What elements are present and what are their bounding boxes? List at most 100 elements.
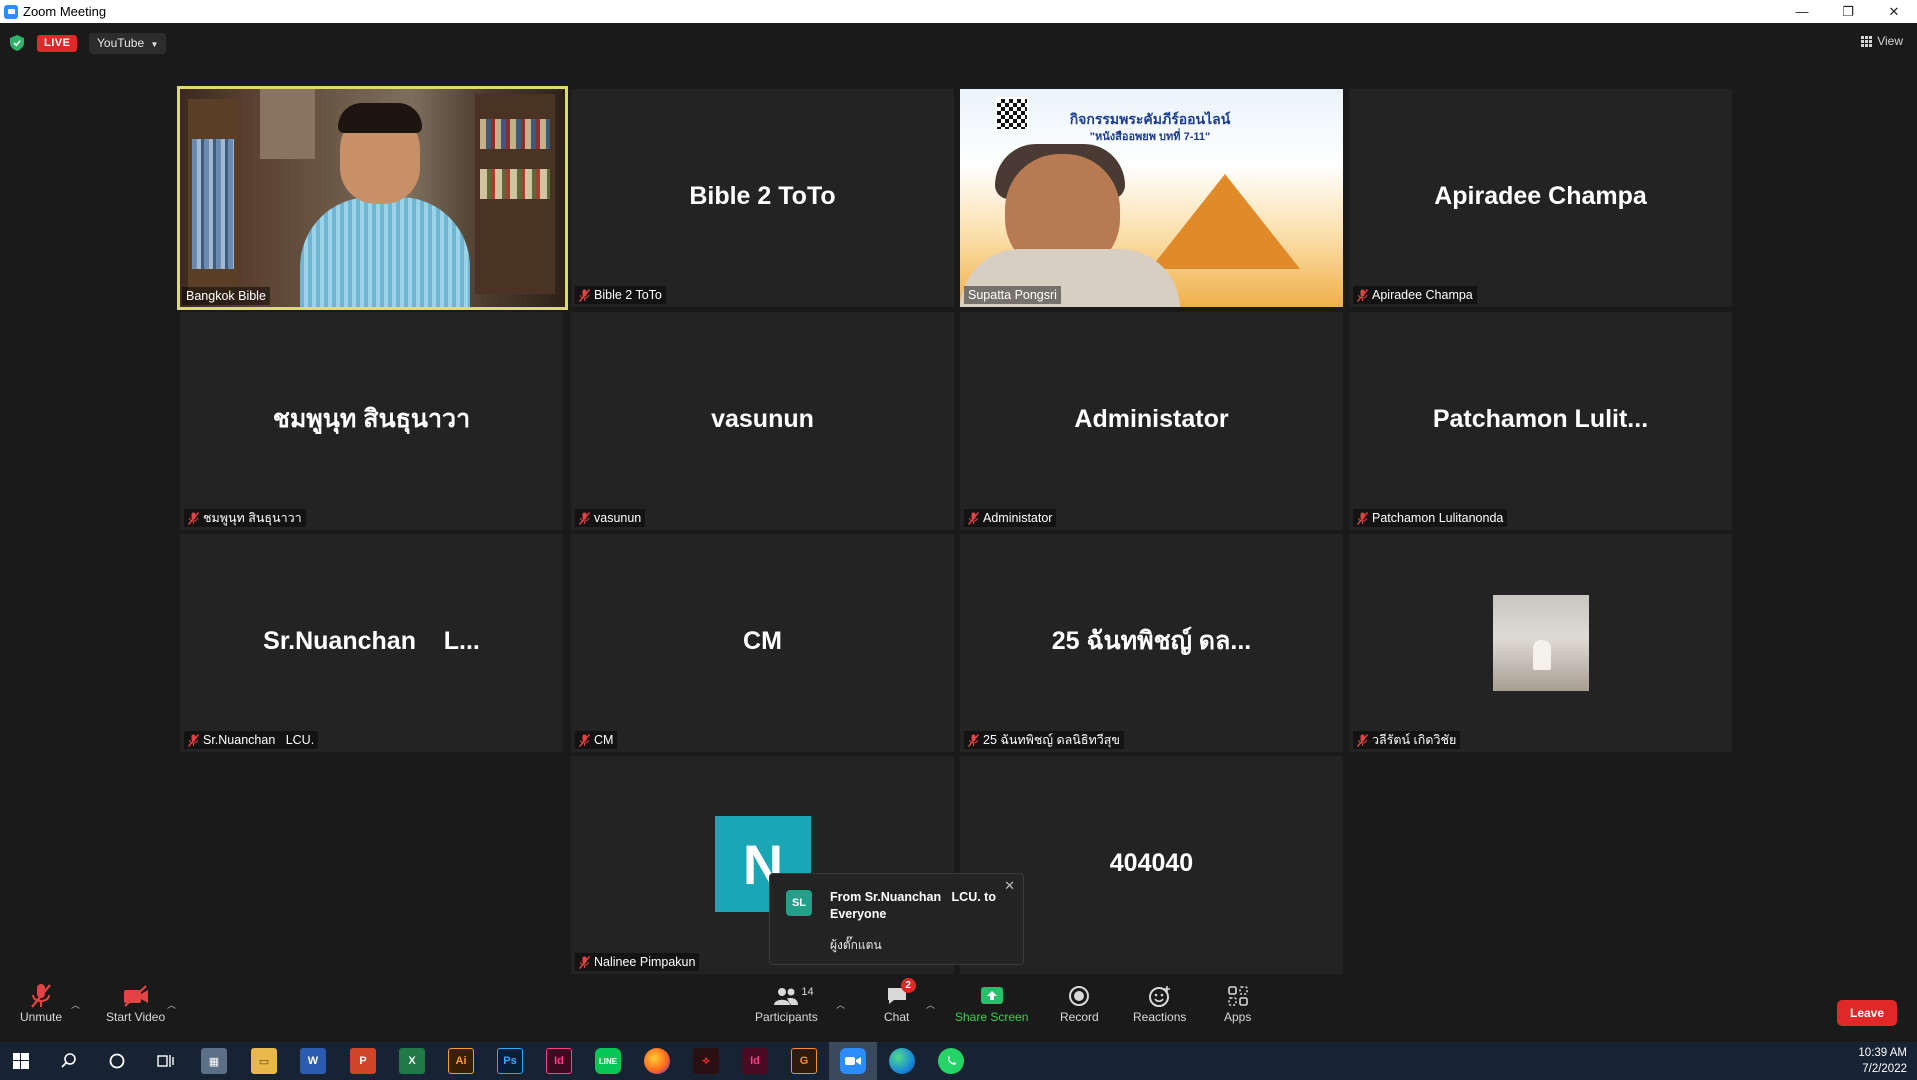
participant-display-name: 25 ฉันทพิชญ์ ดล... [1051,627,1252,655]
window-title: Zoom Meeting [23,4,107,19]
file-explorer-icon[interactable]: ▭ [251,1048,277,1074]
video-tile-apiradee-champa[interactable]: Apiradee Champa Apiradee Champa [1349,89,1732,307]
powerpoint-icon[interactable]: P [350,1048,376,1074]
stream-dropdown[interactable]: YouTube ▼ [89,33,167,54]
participant-name-label: Bible 2 ToTo [575,286,666,304]
cortana-icon[interactable] [104,1048,130,1074]
participant-video [180,89,565,307]
video-tile-chomphunut[interactable]: ชมพูนุท สินธุนาวา ชมพูนุท สินธุนาวา [180,312,563,530]
participants-button[interactable]: 14 Participants [755,982,818,1024]
minimize-button[interactable]: — [1779,0,1825,23]
meeting-toolbar: Unmute ︿ Start Video ︿ 14 Participants ︿… [0,976,1917,1042]
participant-display-name: ชมพูนุท สินธุนาวา [272,405,471,433]
system-clock[interactable]: 10:39 AM 7/2/2022 [1858,1045,1907,1077]
participant-display-name: vasunun [711,405,814,434]
indesign-icon[interactable]: Id [546,1048,572,1074]
close-icon[interactable]: ✕ [1004,878,1015,894]
participant-video: กิจกรรมพระคัมภีร์ออนไลน์ "หนังสืออพยพ บท… [960,89,1343,307]
windows-taskbar: ▦ ▭ W P X Ai Ps Id LINE ⟡ Id G 10:39 AM … [0,1042,1917,1080]
participants-options-caret[interactable]: ︿ [836,998,845,1011]
record-label: Record [1060,1010,1099,1024]
video-tile-bangkok-bible[interactable]: Bangkok Bible [177,86,568,310]
muted-mic-icon [188,733,199,747]
indesign-dark-icon[interactable]: Id [742,1048,768,1074]
close-window-button[interactable]: ✕ [1871,0,1917,23]
share-screen-button[interactable]: Share Screen [955,982,1028,1024]
participants-icon: 14 [773,982,814,1010]
apps-button[interactable]: Apps [1224,982,1251,1024]
apps-label: Apps [1224,1010,1252,1024]
video-tile-chanthaphit[interactable]: 25 ฉันทพิชญ์ ดล... 25 ฉันทพิชญ์ ดลนิธิทว… [960,534,1343,752]
windows-start-icon[interactable] [8,1048,34,1074]
participant-name-label: vasunun [575,509,646,527]
reactions-label: Reactions [1133,1010,1187,1024]
illustrator-icon[interactable]: Ai [448,1048,474,1074]
live-badge[interactable]: LIVE [37,35,78,52]
muted-mic-icon [968,511,979,525]
grid-view-icon [1861,35,1873,47]
edge-icon[interactable] [889,1048,915,1074]
video-tile-bible-2-toto[interactable]: Bible 2 ToTo Bible 2 ToTo [571,89,954,307]
chat-options-caret[interactable]: ︿ [926,998,935,1011]
muted-mic-icon [579,955,590,969]
chat-notification-popup[interactable]: SL From Sr.Nuanchan LCU. to Everyone ผู้… [769,873,1024,965]
audio-options-caret[interactable]: ︿ [71,998,80,1011]
leave-button[interactable]: Leave [1837,1000,1897,1026]
view-button[interactable]: View [1861,34,1903,48]
video-tile-administator[interactable]: Administator Administator [960,312,1343,530]
muted-mic-icon [188,511,199,525]
clock-date: 7/2/2022 [1862,1063,1907,1075]
video-tile-waleerat[interactable]: วลีรัตน์ เกิดวิชัย [1349,534,1732,752]
unmute-label: Unmute [20,1010,63,1024]
chat-sender-line: From Sr.Nuanchan LCU. to Everyone [830,890,1000,921]
participant-name-label: Administator [964,509,1057,527]
participant-name-label: Apiradee Champa [1353,286,1477,304]
smiley-icon [1148,982,1172,1010]
reactions-button[interactable]: Reactions [1133,982,1186,1024]
participant-display-name: Sr.Nuanchan L... [263,627,480,656]
muted-mic-icon [29,982,53,1010]
participant-name-label: Bangkok Bible [182,287,270,305]
task-view-icon[interactable] [152,1048,178,1074]
clock-time: 10:39 AM [1858,1047,1907,1059]
word-icon[interactable]: W [300,1048,326,1074]
calculator-icon[interactable]: ▦ [201,1048,227,1074]
whatsapp-icon[interactable] [938,1048,964,1074]
muted-mic-icon [579,733,590,747]
excel-icon[interactable]: X [399,1048,425,1074]
line-icon[interactable]: LINE [595,1048,621,1074]
participant-name-label: CM [575,731,618,749]
participants-label: Participants [755,1010,818,1024]
stream-dropdown-label: YouTube [97,36,145,50]
participant-name-label: Supatta Pongsri [964,286,1061,304]
unmute-button[interactable]: Unmute [20,982,62,1024]
grammarly-icon[interactable]: G [791,1048,817,1074]
participant-display-name: Bible 2 ToTo [689,182,836,211]
video-tile-sr-nuanchan[interactable]: Sr.Nuanchan L... Sr.Nuanchan LCU. [180,534,563,752]
video-tile-supatta-pongsri[interactable]: กิจกรรมพระคัมภีร์ออนไลน์ "หนังสืออพยพ บท… [960,89,1343,307]
participant-display-name: CM [743,627,782,656]
chat-unread-badge: 2 [900,978,916,993]
video-options-caret[interactable]: ︿ [167,998,176,1011]
chat-button[interactable]: 2 Chat [884,978,916,1024]
share-screen-label: Share Screen [955,1010,1029,1024]
encryption-shield-icon[interactable] [10,35,24,51]
start-video-label: Start Video [106,1010,166,1024]
video-tile-patchamon[interactable]: Patchamon Lulit... Patchamon Lulitanonda [1349,312,1732,530]
video-tile-cm[interactable]: CM CM [571,534,954,752]
record-button[interactable]: Record [1060,982,1099,1024]
zoom-icon[interactable] [840,1048,866,1074]
participant-name-label: Patchamon Lulitanonda [1353,509,1508,527]
start-video-button[interactable]: Start Video [106,982,165,1024]
photoshop-icon[interactable]: Ps [497,1048,523,1074]
participant-name-label: 25 ฉันทพิชญ์ ดลนิธิทวีสุข [964,731,1124,749]
meeting-topbar: LIVE YouTube ▼ View [0,23,1917,63]
video-tile-vasunun[interactable]: vasunun vasunun [571,312,954,530]
view-button-label: View [1877,34,1903,48]
window-titlebar: Zoom Meeting — ❐ ✕ [0,0,1917,23]
acrobat-icon[interactable]: ⟡ [693,1048,719,1074]
restore-button[interactable]: ❐ [1825,0,1871,23]
participant-name-label: Nalinee Pimpakun [575,953,700,971]
firefox-icon[interactable] [644,1048,670,1074]
search-icon[interactable] [56,1048,82,1074]
